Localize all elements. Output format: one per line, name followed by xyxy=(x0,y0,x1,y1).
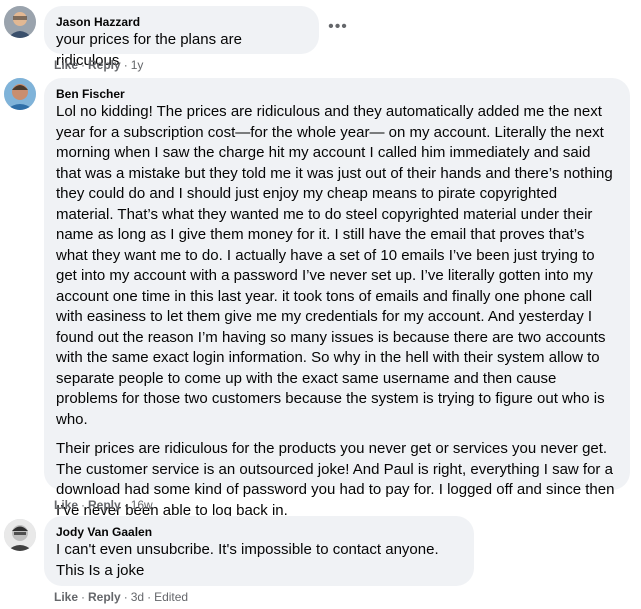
like-button[interactable]: Like xyxy=(54,498,78,512)
avatar[interactable] xyxy=(4,6,36,38)
reply-button[interactable]: Reply xyxy=(88,590,121,604)
reply-button[interactable]: Reply xyxy=(88,58,121,72)
comment-bubble: Jody Van Gaalen I can't even unsubcribe.… xyxy=(44,516,474,586)
comment-meta: Like · Reply · 16w xyxy=(54,498,153,512)
comment-paragraph: Lol no kidding! The prices are ridiculou… xyxy=(56,103,613,428)
comment-author[interactable]: Jody Van Gaalen xyxy=(56,524,462,540)
comment-bubble: Jason Hazzard your prices for the plans … xyxy=(44,6,319,69)
comment-bubble: Ben Fischer Lol no kidding! The prices a… xyxy=(44,78,630,519)
avatar-image xyxy=(4,6,36,38)
comment-author[interactable]: Jason Hazzard xyxy=(56,14,307,30)
avatar[interactable] xyxy=(4,519,36,551)
comment-text: I can't even unsubcribe. It's impossible… xyxy=(56,540,456,581)
reply-button[interactable]: Reply xyxy=(88,498,121,512)
edited-label: Edited xyxy=(154,590,189,604)
comment-author[interactable]: Ben Fischer xyxy=(56,86,618,102)
comment-text: Lol no kidding! The prices are ridiculou… xyxy=(56,102,618,521)
more-horizontal-icon: ••• xyxy=(328,18,348,35)
avatar[interactable] xyxy=(4,78,36,110)
comment-paragraph: I can't even unsubcribe. It's impossible… xyxy=(56,541,439,579)
more-options-button[interactable]: ••• xyxy=(322,11,354,43)
comment-timestamp[interactable]: 16w xyxy=(131,498,153,512)
like-button[interactable]: Like xyxy=(54,58,78,72)
comment-timestamp[interactable]: 1y xyxy=(131,58,144,72)
avatar-image xyxy=(4,519,36,551)
comment-timestamp[interactable]: 3d xyxy=(131,590,144,604)
like-button[interactable]: Like xyxy=(54,590,78,604)
comment-meta: Like · Reply · 1y xyxy=(54,58,144,72)
comment-meta: Like · Reply · 3d · Edited xyxy=(54,590,189,604)
avatar-image xyxy=(4,78,36,110)
